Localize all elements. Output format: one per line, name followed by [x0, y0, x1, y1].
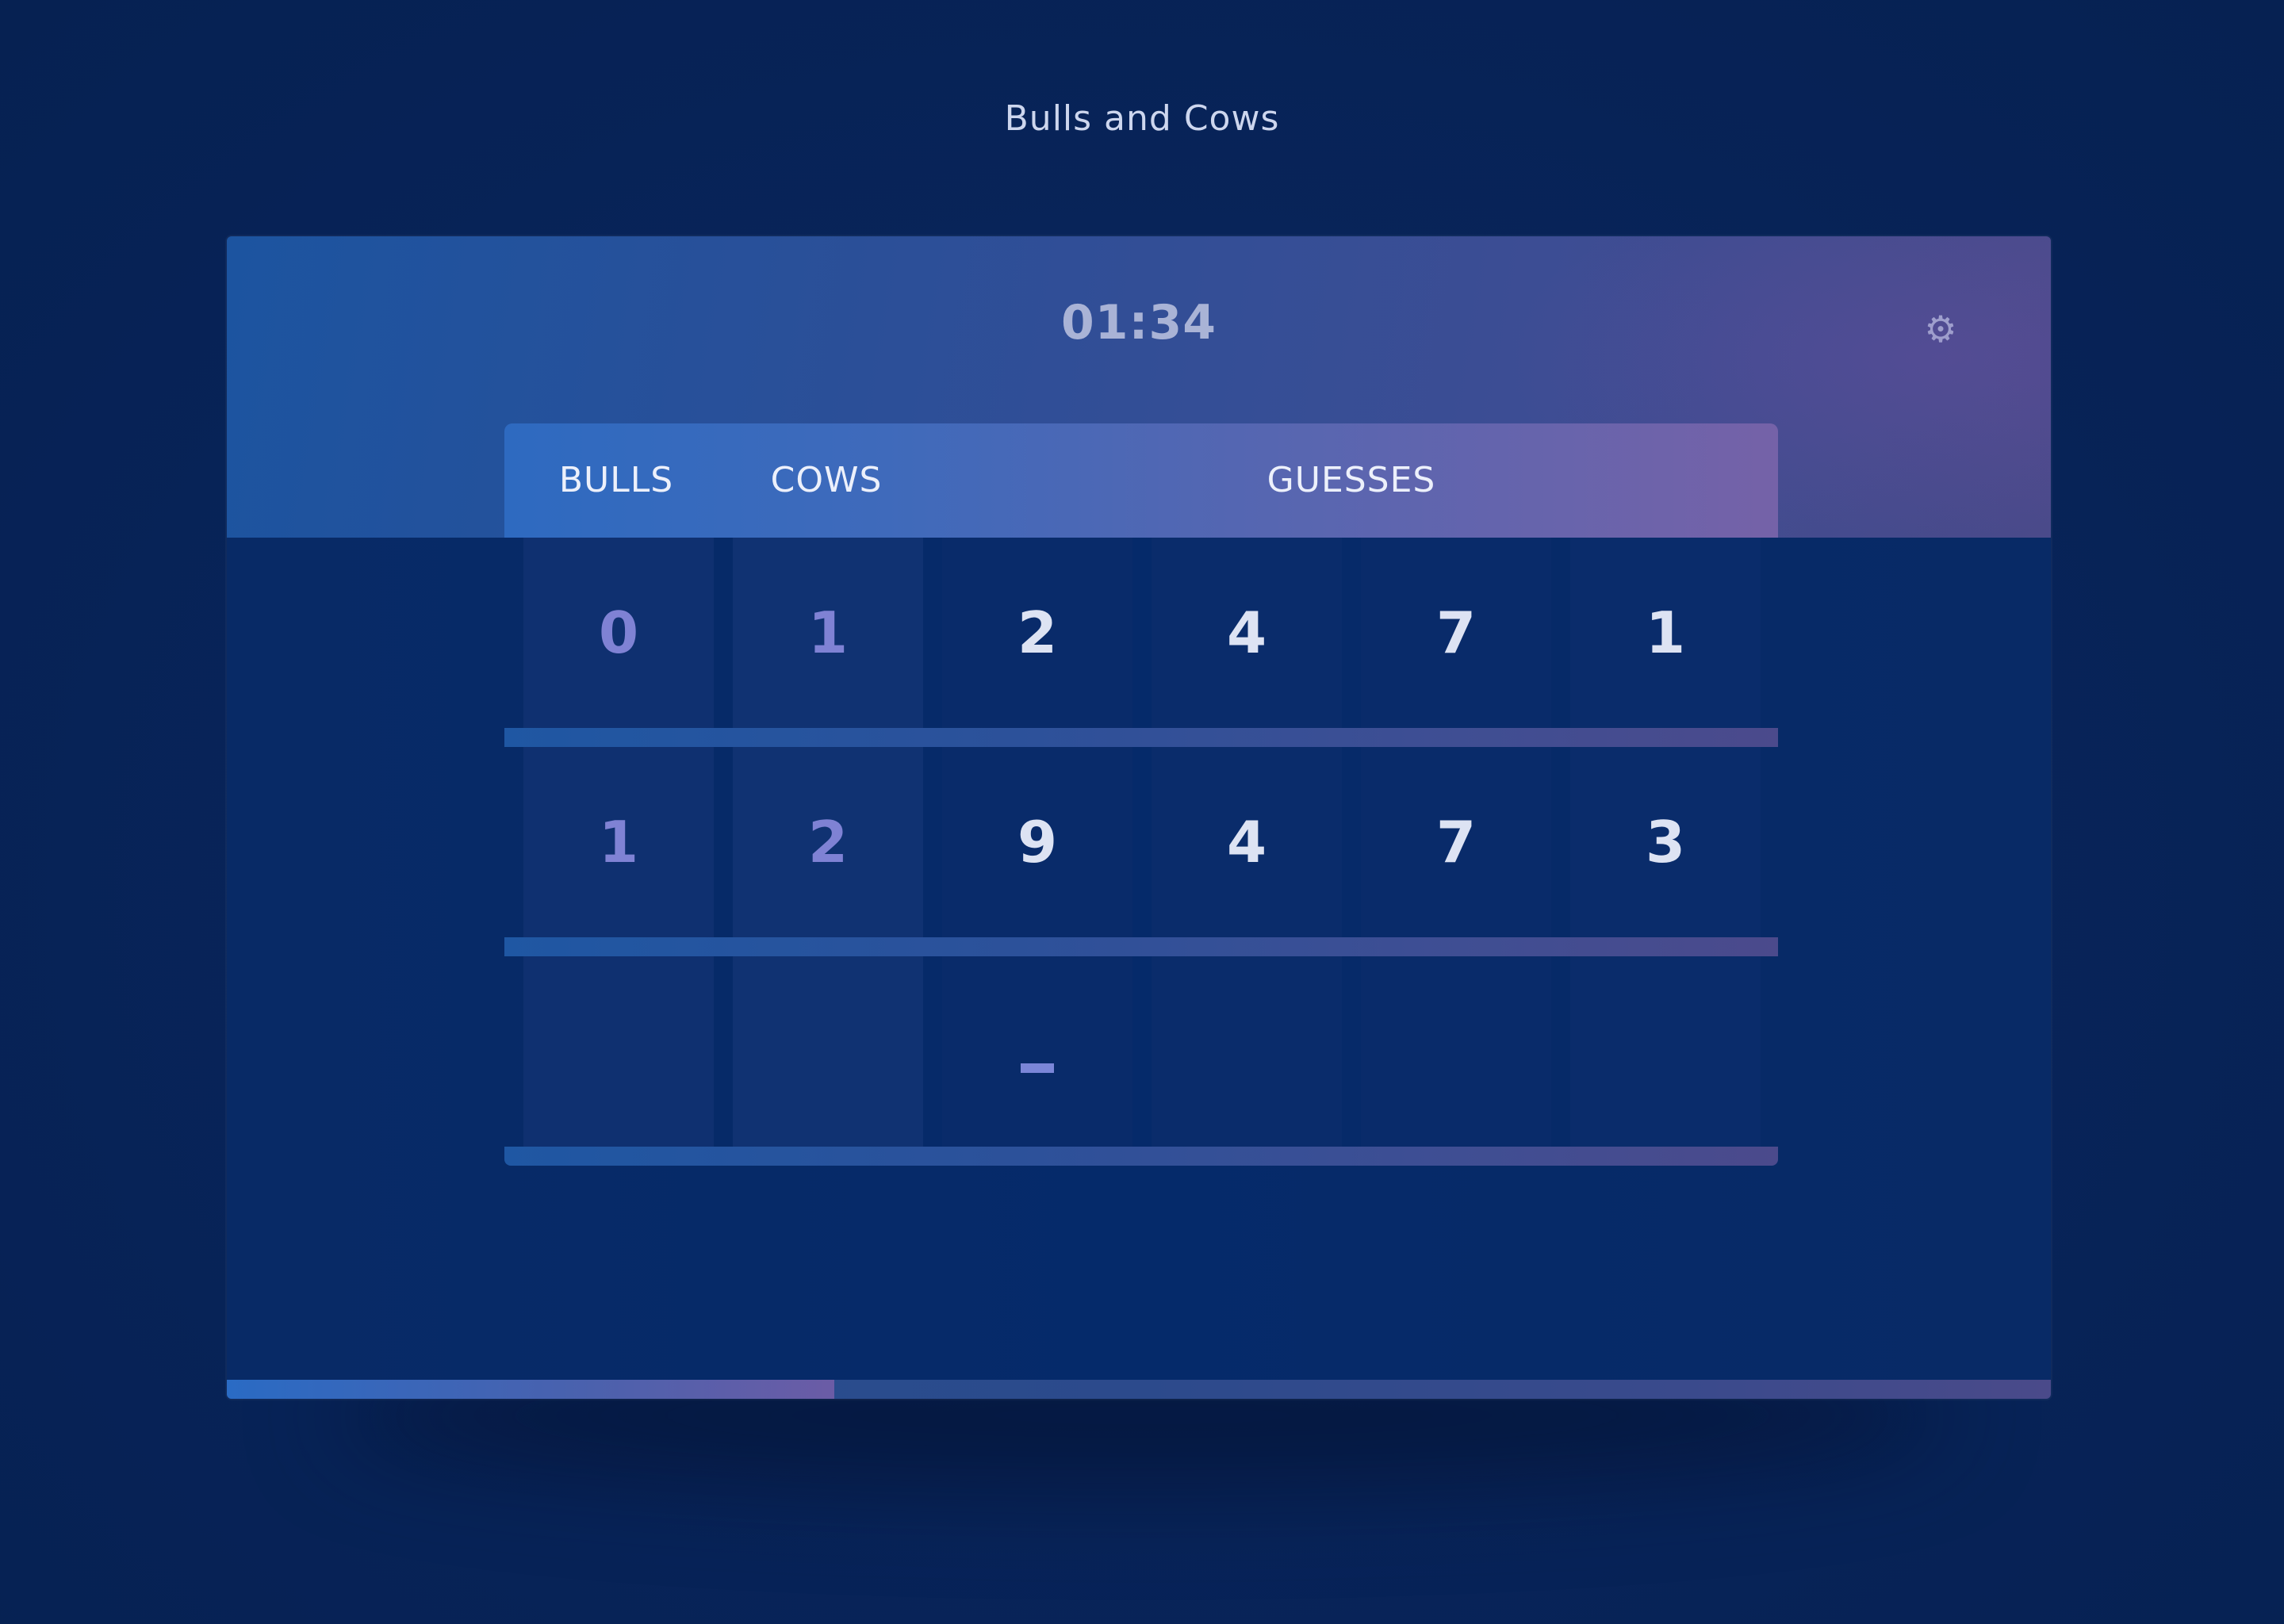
guess-input-digit[interactable] — [942, 956, 1132, 1147]
bulls-count: 1 — [523, 747, 714, 937]
column-header-bulls: BULLS — [558, 460, 674, 500]
settings-button[interactable]: ⚙ — [1921, 309, 1960, 349]
guess-row: 0 1 2 4 7 1 — [504, 538, 1778, 728]
row-separator — [504, 1147, 1778, 1166]
row-separator — [504, 937, 1778, 956]
column-header-cows: COWS — [770, 460, 883, 500]
guess-input-digit[interactable] — [1361, 956, 1551, 1147]
board: BULLS COWS GUESSES 0 1 2 4 7 1 1 2 9 4 7… — [504, 423, 1778, 1166]
timer: 01:34 — [1061, 295, 1217, 350]
guess-digit: 2 — [942, 538, 1132, 728]
cows-count: 2 — [733, 747, 923, 937]
input-cursor — [1021, 1063, 1054, 1073]
guess-input-digit[interactable] — [1570, 956, 1761, 1147]
gear-icon: ⚙ — [1924, 308, 1957, 350]
bulls-count — [523, 956, 714, 1147]
row-separator — [504, 728, 1778, 747]
guess-digit: 7 — [1361, 538, 1551, 728]
guess-digit: 9 — [942, 747, 1132, 937]
guess-digit: 4 — [1152, 747, 1342, 937]
guess-digit: 7 — [1361, 747, 1551, 937]
progress-fill — [227, 1380, 834, 1399]
progress-bar — [227, 1380, 2051, 1399]
page-title: Bulls and Cows — [1004, 98, 1280, 139]
cows-count: 1 — [733, 538, 923, 728]
guess-input-digit[interactable] — [1152, 956, 1342, 1147]
board-header: BULLS COWS GUESSES — [504, 423, 1778, 538]
bulls-count: 0 — [523, 538, 714, 728]
guess-digit: 3 — [1570, 747, 1761, 937]
guess-row: 1 2 9 4 7 3 — [504, 747, 1778, 937]
game-window: 01:34 ⚙ BULLS COWS GUESSES 0 1 2 4 7 1 1… — [227, 236, 2051, 1399]
column-header-guesses: GUESSES — [1267, 460, 1436, 500]
active-guess-row[interactable] — [504, 956, 1778, 1147]
guess-digit: 4 — [1152, 538, 1342, 728]
guess-digit: 1 — [1570, 538, 1761, 728]
cows-count — [733, 956, 923, 1147]
